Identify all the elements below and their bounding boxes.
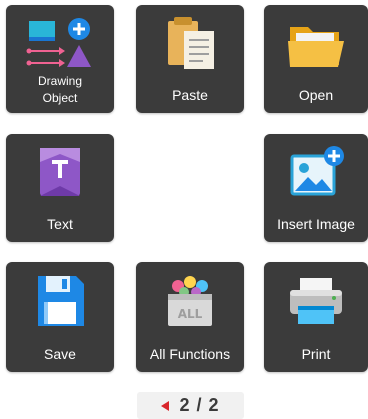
all-functions-button[interactable]: ALL All Functions [136, 262, 244, 372]
save-label: Save [44, 346, 76, 362]
clipboard-icon [136, 13, 244, 75]
save-button[interactable]: Save [6, 262, 114, 372]
shapes-icon [6, 13, 114, 75]
text-button[interactable]: Text [6, 134, 114, 242]
printer-icon [264, 270, 368, 332]
print-label: Print [301, 346, 331, 362]
text-box-icon [6, 142, 114, 204]
svg-text:ALL: ALL [178, 307, 203, 321]
open-label: Open [298, 87, 334, 103]
all-functions-label: All Functions [149, 346, 231, 362]
text-label: Text [47, 216, 73, 232]
functions-box-icon: ALL [136, 270, 244, 332]
open-button[interactable]: Open [264, 5, 368, 113]
page-indicator[interactable]: 2 / 2 [137, 392, 244, 419]
prev-page-arrow-icon[interactable] [161, 400, 170, 411]
paste-label: Paste [172, 87, 208, 103]
insert-image-label: Insert Image [277, 216, 355, 232]
picture-add-icon [264, 142, 368, 204]
page-indicator-text: 2 / 2 [179, 395, 220, 415]
print-button[interactable]: Print [264, 262, 368, 372]
floppy-disk-icon [6, 270, 114, 332]
drawing-object-button[interactable]: Drawing Object [6, 5, 114, 113]
folder-icon [264, 13, 368, 75]
paste-button[interactable]: Paste [136, 5, 244, 113]
drawing-object-label: Drawing Object [37, 74, 82, 105]
insert-image-button[interactable]: Insert Image [264, 134, 368, 242]
